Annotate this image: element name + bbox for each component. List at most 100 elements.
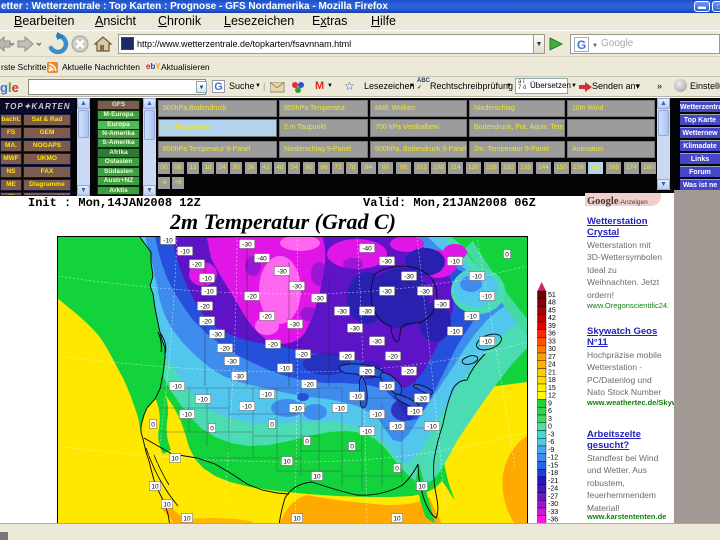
svg-text:-30: -30 — [437, 302, 447, 309]
svg-text:24: 24 — [548, 362, 556, 369]
svg-text:-10: -10 — [292, 406, 302, 413]
svg-text:-20: -20 — [192, 262, 202, 269]
svg-text:27: 27 — [548, 354, 556, 361]
svg-text:-10: -10 — [450, 329, 460, 336]
svg-text:-27: -27 — [548, 493, 558, 500]
svg-text:10: 10 — [313, 474, 321, 481]
svg-text:-20: -20 — [200, 304, 210, 311]
svg-text:10: 10 — [283, 459, 291, 466]
svg-text:-20: -20 — [262, 314, 272, 321]
svg-text:0: 0 — [270, 422, 274, 429]
svg-text:0: 0 — [305, 439, 309, 446]
svg-text:45: 45 — [548, 307, 556, 314]
svg-text:42: 42 — [548, 315, 556, 322]
svg-text:-30: -30 — [372, 339, 382, 346]
svg-text:-10: -10 — [182, 412, 192, 419]
svg-text:-10: -10 — [472, 274, 482, 281]
svg-text:-10: -10 — [242, 404, 252, 411]
svg-text:-30: -30 — [242, 242, 252, 249]
svg-text:-30: -30 — [290, 322, 300, 329]
svg-text:-30: -30 — [212, 332, 222, 339]
svg-text:-30: -30 — [234, 374, 244, 381]
svg-text:-15: -15 — [548, 462, 558, 469]
svg-text:-10: -10 — [372, 412, 382, 419]
svg-text:-10: -10 — [352, 394, 362, 401]
svg-text:-20: -20 — [247, 294, 257, 301]
svg-text:0: 0 — [151, 422, 155, 429]
svg-text:30: 30 — [548, 346, 556, 353]
svg-text:39: 39 — [548, 323, 556, 330]
svg-text:-10: -10 — [262, 392, 272, 399]
svg-text:-10: -10 — [382, 384, 392, 391]
svg-text:-10: -10 — [410, 409, 420, 416]
svg-text:-20: -20 — [202, 319, 212, 326]
svg-text:-10: -10 — [427, 424, 437, 431]
svg-text:-40: -40 — [257, 256, 267, 263]
svg-text:-30: -30 — [382, 259, 392, 266]
svg-text:-10: -10 — [163, 238, 173, 245]
svg-text:-30: -30 — [420, 289, 430, 296]
svg-text:-10: -10 — [450, 259, 460, 266]
svg-text:0: 0 — [395, 466, 399, 473]
svg-text:12: 12 — [548, 393, 556, 400]
svg-text:-20: -20 — [362, 369, 372, 376]
svg-text:-20: -20 — [268, 342, 278, 349]
svg-text:10: 10 — [183, 516, 191, 523]
svg-text:-30: -30 — [362, 309, 372, 316]
svg-text:6: 6 — [548, 408, 552, 415]
svg-text:-3: -3 — [548, 431, 554, 438]
svg-text:36: 36 — [548, 331, 556, 338]
svg-text:-20: -20 — [417, 396, 427, 403]
svg-text:-30: -30 — [337, 309, 347, 316]
svg-text:-6: -6 — [548, 439, 554, 446]
svg-text:-20: -20 — [304, 382, 314, 389]
svg-text:-20: -20 — [220, 346, 230, 353]
svg-text:-10: -10 — [362, 429, 372, 436]
svg-text:-10: -10 — [335, 406, 345, 413]
svg-text:10: 10 — [163, 502, 171, 509]
svg-text:15: 15 — [548, 385, 556, 392]
svg-text:3: 3 — [548, 416, 552, 423]
svg-text:-10: -10 — [172, 384, 182, 391]
svg-text:-30: -30 — [292, 284, 302, 291]
svg-text:10: 10 — [171, 456, 179, 463]
svg-text:18: 18 — [548, 377, 556, 384]
svg-text:-33: -33 — [548, 509, 558, 516]
svg-text:0: 0 — [548, 424, 552, 431]
svg-text:10: 10 — [293, 516, 301, 523]
svg-text:-20: -20 — [388, 354, 398, 361]
svg-text:0: 0 — [505, 252, 509, 259]
svg-text:-30: -30 — [382, 289, 392, 296]
svg-text:21: 21 — [548, 369, 556, 376]
svg-text:-30: -30 — [404, 274, 414, 281]
svg-text:-30: -30 — [548, 501, 558, 508]
svg-text:-21: -21 — [548, 478, 558, 485]
svg-text:-9: -9 — [548, 447, 554, 454]
svg-text:51: 51 — [548, 292, 556, 299]
svg-text:-10: -10 — [204, 289, 214, 296]
svg-text:-10: -10 — [482, 339, 492, 346]
svg-text:10: 10 — [418, 484, 426, 491]
svg-text:-30: -30 — [277, 269, 287, 276]
svg-text:-12: -12 — [548, 455, 558, 462]
svg-text:-10: -10 — [198, 397, 208, 404]
svg-text:0: 0 — [210, 426, 214, 433]
svg-text:-20: -20 — [404, 369, 414, 376]
svg-text:-10: -10 — [180, 249, 190, 256]
svg-text:0: 0 — [350, 444, 354, 451]
svg-text:-20: -20 — [298, 352, 308, 359]
svg-text:10: 10 — [151, 484, 159, 491]
svg-text:-30: -30 — [227, 359, 237, 366]
svg-text:-10: -10 — [467, 314, 477, 321]
svg-text:-40: -40 — [362, 246, 372, 253]
svg-text:10: 10 — [393, 516, 401, 523]
svg-text:-20: -20 — [342, 354, 352, 361]
svg-text:33: 33 — [548, 338, 556, 345]
svg-text:-10: -10 — [280, 366, 290, 373]
svg-text:-10: -10 — [482, 294, 492, 301]
svg-text:-10: -10 — [392, 424, 402, 431]
svg-text:-30: -30 — [350, 326, 360, 333]
svg-text:48: 48 — [548, 300, 556, 307]
svg-text:9: 9 — [548, 400, 552, 407]
svg-text:-30: -30 — [314, 296, 324, 303]
